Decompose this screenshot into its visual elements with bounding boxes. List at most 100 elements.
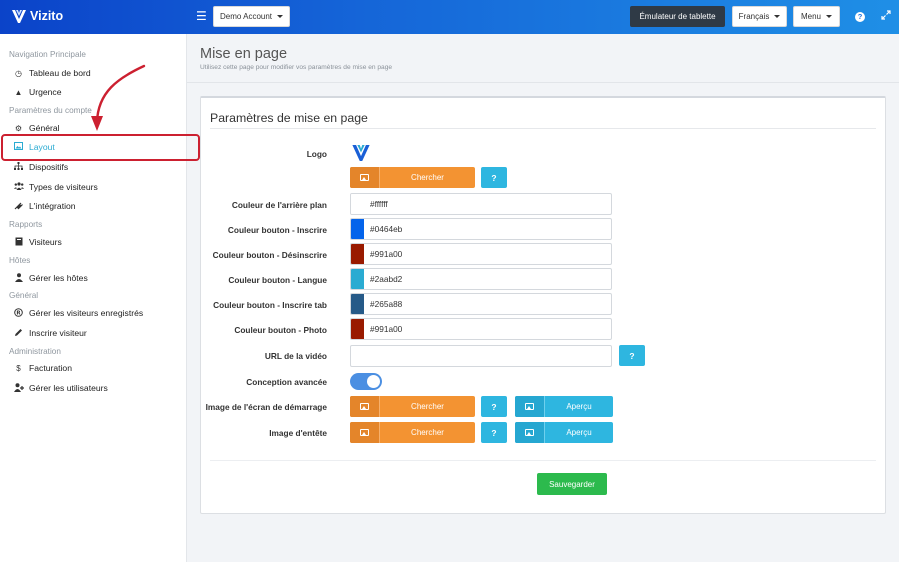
sidebar-item-label: Types de visiteurs xyxy=(29,182,98,192)
sidebar-section-general: Général xyxy=(9,291,39,300)
menu-label: Menu xyxy=(800,12,821,21)
top-navbar: Vizito ☰ Demo Account Émulateur de table… xyxy=(0,0,899,34)
photo-color-swatch xyxy=(351,319,364,339)
toggle-knob xyxy=(367,375,380,388)
splash-search-button[interactable]: Chercher xyxy=(350,396,475,417)
sidebar-item-register-visitor[interactable]: Inscrire visiteur xyxy=(14,325,87,341)
photo-color-value: #991a00 xyxy=(370,324,403,334)
brand-logo[interactable]: Vizito xyxy=(12,9,63,23)
sidebar-section-admin: Administration xyxy=(9,347,61,356)
video-help-button[interactable]: ? xyxy=(619,345,645,366)
lang-color-swatch xyxy=(351,269,364,289)
sidebar-item-label: Inscrire visiteur xyxy=(29,328,87,338)
sidebar-item-manage-hosts[interactable]: Gérer les hôtes xyxy=(14,270,88,286)
sidebar-item-manage-users[interactable]: Gérer les utilisateurs xyxy=(14,380,108,396)
sidebar-section-params: Paramètres du compte xyxy=(9,106,92,115)
sidebar-section-nav: Navigation Principale xyxy=(9,50,86,59)
photo-color-field[interactable]: #991a00 xyxy=(350,318,612,340)
register-tab-color-value: #265a88 xyxy=(370,299,403,309)
sidebar-item-billing[interactable]: $ Facturation xyxy=(14,360,72,376)
sidebar-item-devices[interactable]: Dispositifs xyxy=(14,159,68,175)
header-image-label: Image d'entête xyxy=(269,428,327,438)
sidebar-item-registered-visitors[interactable]: R Gérer les visiteurs enregistrés xyxy=(14,305,143,321)
splash-preview-button[interactable]: Aperçu xyxy=(515,396,613,417)
sidebar-item-dashboard[interactable]: ◷ Tableau de bord xyxy=(14,65,91,81)
pencil-icon xyxy=(14,328,23,339)
page-header: Mise en page Utilisez cette page pour mo… xyxy=(187,34,899,83)
sidebar-item-integration[interactable]: L'intégration xyxy=(14,198,76,214)
sitemap-icon xyxy=(14,162,23,172)
dashboard-icon: ◷ xyxy=(15,68,22,78)
account-dropdown[interactable]: Demo Account xyxy=(213,6,290,27)
logo-label: Logo xyxy=(306,149,327,159)
header-preview-button[interactable]: Aperçu xyxy=(515,422,613,443)
users-icon xyxy=(14,182,24,192)
vizito-logo-icon xyxy=(352,145,370,161)
register-color-label: Couleur bouton - Inscrire xyxy=(227,225,327,235)
dollar-icon: $ xyxy=(16,363,21,373)
layout-settings-card: Paramètres de mise en page Logo Chercher… xyxy=(200,96,886,514)
sidebar-section-hosts: Hôtes xyxy=(9,256,31,265)
register-color-field[interactable]: #0464eb xyxy=(350,218,612,240)
splash-image-label: Image de l'écran de démarrage xyxy=(205,402,327,412)
tablet-emulator-button[interactable]: Émulateur de tablette xyxy=(630,6,725,27)
tablet-emulator-label: Émulateur de tablette xyxy=(639,12,716,21)
chevron-down-icon xyxy=(774,15,781,18)
save-button[interactable]: Sauvegarder xyxy=(537,473,607,495)
bg-color-swatch xyxy=(351,194,364,214)
bg-color-field[interactable]: #ffffff xyxy=(350,193,612,215)
account-label: Demo Account xyxy=(219,12,273,21)
vizito-logo-icon xyxy=(12,9,26,23)
page-subtitle: Utilisez cette page pour modifier vos pa… xyxy=(200,64,393,71)
video-url-input[interactable] xyxy=(350,345,612,367)
sidebar-item-visitor-types[interactable]: Types de visiteurs xyxy=(14,179,98,195)
language-label: Français xyxy=(738,12,770,21)
chevron-down-icon xyxy=(277,15,284,18)
sidebar-item-urgence[interactable]: ▲ Urgence xyxy=(14,84,62,100)
register-tab-color-field[interactable]: #265a88 xyxy=(350,293,612,315)
hamburger-menu-icon[interactable]: ☰ xyxy=(196,10,207,22)
sidebar-item-label: Urgence xyxy=(29,87,62,97)
lang-color-field[interactable]: #2aabd2 xyxy=(350,268,612,290)
logo-help-button[interactable]: ? xyxy=(481,167,507,188)
splash-help-button[interactable]: ? xyxy=(481,396,507,417)
card-footer-divider xyxy=(210,460,876,461)
search-label: Chercher xyxy=(411,428,444,437)
image-icon xyxy=(525,403,534,410)
register-tab-color-label: Couleur bouton - Inscrire tab xyxy=(213,300,327,310)
header-search-button[interactable]: Chercher xyxy=(350,422,475,443)
register-tab-color-swatch xyxy=(351,294,364,314)
header-help-button[interactable]: ? xyxy=(481,422,507,443)
language-dropdown[interactable]: Français xyxy=(732,6,787,27)
sidebar-item-label: Gérer les hôtes xyxy=(29,273,88,283)
plug-icon xyxy=(14,201,23,212)
register-color-swatch xyxy=(351,219,364,239)
user-plus-icon xyxy=(14,382,24,394)
preview-label: Aperçu xyxy=(566,428,592,437)
sidebar-item-label: Facturation xyxy=(29,363,72,373)
logo-search-button[interactable]: Chercher xyxy=(350,167,475,188)
lang-color-value: #2aabd2 xyxy=(370,274,403,284)
advanced-design-toggle[interactable] xyxy=(350,373,382,390)
photo-color-label: Couleur bouton - Photo xyxy=(234,325,327,335)
warning-icon: ▲ xyxy=(14,87,23,97)
unregister-color-swatch xyxy=(351,244,364,264)
sidebar-item-label: Gérer les visiteurs enregistrés xyxy=(29,308,144,318)
sidebar-item-label: Général xyxy=(29,123,60,133)
image-icon xyxy=(360,429,369,436)
help-icon[interactable]: ? xyxy=(853,10,867,24)
page-title: Mise en page xyxy=(200,46,288,62)
sidebar-item-label: L'intégration xyxy=(29,201,76,211)
sidebar-item-visitors[interactable]: Visiteurs xyxy=(14,234,62,250)
unregister-color-field[interactable]: #991a00 xyxy=(350,243,612,265)
unregister-color-label: Couleur bouton - Désinscrire xyxy=(212,250,327,260)
unregister-color-value: #991a00 xyxy=(370,249,403,259)
menu-dropdown[interactable]: Menu xyxy=(793,6,840,27)
video-url-label: URL de la vidéo xyxy=(264,351,327,361)
brand-name: Vizito xyxy=(30,9,64,23)
chevron-down-icon xyxy=(826,15,832,18)
fullscreen-icon[interactable] xyxy=(879,10,893,24)
gear-icon: ⚙ xyxy=(14,123,23,133)
registered-icon: R xyxy=(14,307,23,319)
advanced-design-label: Conception avancée xyxy=(246,377,327,387)
